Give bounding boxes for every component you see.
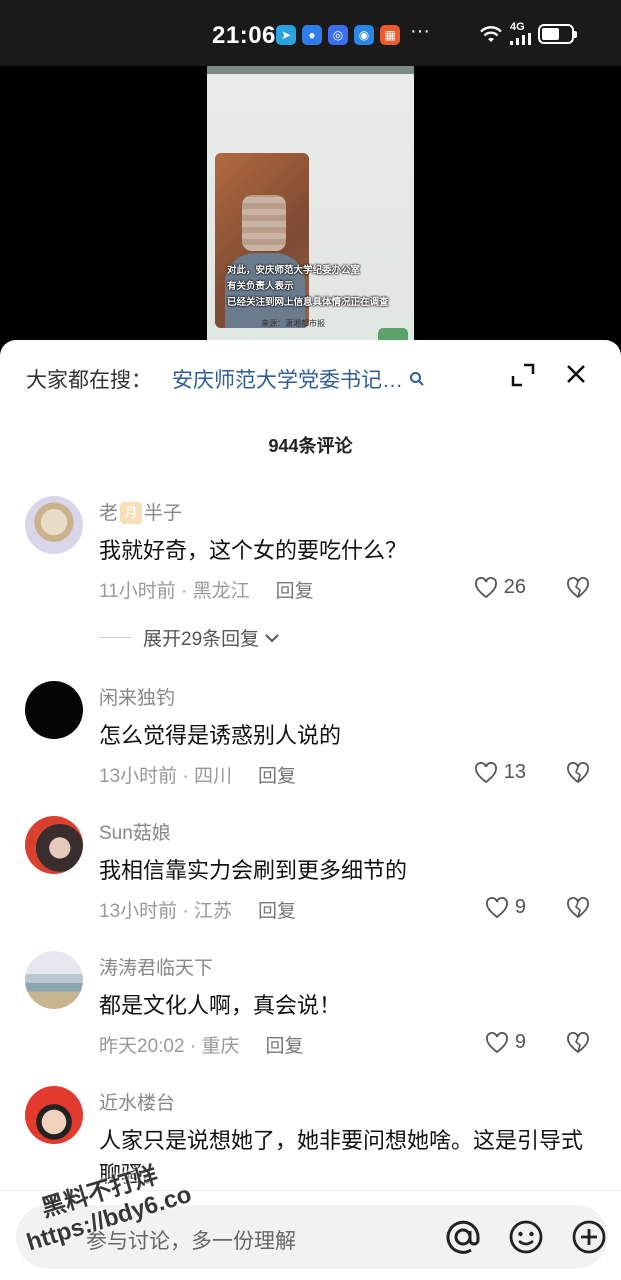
like-button[interactable]: 13: [474, 761, 526, 784]
comment-author[interactable]: 老月半子: [99, 498, 182, 525]
search-icon[interactable]: [409, 371, 425, 387]
status-more: ···: [410, 20, 430, 42]
status-time: 21:06: [212, 22, 276, 49]
comment-author[interactable]: 闲来独钓: [99, 683, 175, 710]
reply-button[interactable]: 回复: [258, 766, 296, 787]
avatar[interactable]: [25, 816, 83, 874]
heart-icon: [474, 761, 497, 783]
close-icon[interactable]: [564, 362, 588, 386]
app-grid-icon: ▦: [380, 25, 400, 45]
cast-icon: ◎: [328, 25, 348, 45]
like-count: 13: [503, 761, 526, 783]
message-icon: ●: [302, 25, 322, 45]
broken-heart-icon[interactable]: [566, 762, 590, 784]
comment-meta: 13小时前 · 江苏 回复: [99, 901, 297, 922]
video-player[interactable]: 对此，安庆师范大学纪委办公室 有关负责人表示 已经关注到网上信息具体情况正在调查…: [0, 66, 621, 356]
video-caption: 已经关注到网上信息具体情况正在调查: [227, 297, 389, 308]
video-source: 来源：潇湘都市报: [261, 319, 325, 328]
avatar[interactable]: [25, 1086, 83, 1144]
video-caption: 对此，安庆师范大学纪委办公室: [227, 265, 361, 276]
comment-meta: 11小时前 · 黑龙江 回复: [99, 581, 314, 602]
comment-meta: 昨天20:02 · 重庆 回复: [99, 1036, 304, 1057]
like-button[interactable]: 9: [485, 1031, 526, 1054]
battery-icon: [538, 23, 577, 44]
reply-button[interactable]: 回复: [258, 901, 296, 922]
comment-text: 我就好奇，这个女的要吃什么？: [99, 538, 408, 563]
comment-input-placeholder[interactable]: 参与讨论，多一份理解: [86, 1225, 296, 1255]
comment-meta: 13小时前 · 四川 回复: [99, 766, 297, 787]
signal-icon: [510, 33, 531, 45]
comment-author[interactable]: 涛涛君临天下: [99, 953, 213, 980]
comment-input[interactable]: 参与讨论，多一份理解: [16, 1205, 608, 1269]
avatar[interactable]: [25, 951, 83, 1009]
status-indicators: 4G: [478, 21, 577, 45]
heart-icon: [474, 576, 497, 598]
like-count: 26: [503, 576, 526, 598]
wifi-icon: [480, 25, 502, 42]
comment-text: 都是文化人啊，真会说！: [99, 993, 342, 1018]
video-frame[interactable]: 对此，安庆师范大学纪委办公室 有关负责人表示 已经关注到网上信息具体情况正在调查…: [207, 66, 414, 356]
like-button[interactable]: 26: [474, 576, 526, 599]
comment-text: 怎么觉得是诱惑别人说的: [99, 723, 342, 748]
broken-heart-icon[interactable]: [566, 1032, 590, 1054]
heart-icon: [485, 896, 508, 918]
comment-author[interactable]: 近水楼台: [99, 1088, 175, 1115]
comment-text: 人家只是说想她了，她非要问想她啥。这是引导式聊骚。: [99, 1128, 584, 1187]
expand-replies-button[interactable]: 展开29条回复: [99, 624, 281, 651]
comment-author[interactable]: Sun菇娘: [99, 818, 171, 845]
add-icon[interactable]: [570, 1218, 608, 1256]
status-bar: 21:06 ➤ ● ◎ ◉ ▦ ··· 4G: [0, 0, 621, 66]
reply-button[interactable]: 回复: [276, 581, 314, 602]
broken-heart-icon[interactable]: [566, 577, 590, 599]
moon-badge-icon: 月: [120, 502, 143, 524]
broken-heart-icon[interactable]: [566, 897, 590, 919]
search-suggestion[interactable]: 大家都在搜： 安庆师范大学党委书记…: [26, 364, 425, 394]
like-count: 9: [514, 1031, 526, 1053]
network-type: 4G: [510, 21, 525, 33]
browser-icon: ◉: [354, 25, 374, 45]
telegram-icon: ➤: [276, 25, 296, 45]
blurred-face: [242, 195, 286, 251]
like-count: 9: [514, 896, 526, 918]
comment-count: 944条评论: [268, 436, 353, 456]
emoji-icon[interactable]: [507, 1218, 545, 1256]
mention-icon[interactable]: [444, 1218, 482, 1256]
avatar[interactable]: [25, 496, 83, 554]
heart-icon: [485, 1031, 508, 1053]
like-button[interactable]: 9: [485, 896, 526, 919]
search-query-link[interactable]: 安庆师范大学党委书记…: [172, 364, 403, 394]
comment-input-bar: 参与讨论，多一份理解: [0, 1190, 621, 1280]
status-app-icons: ➤ ● ◎ ◉ ▦: [276, 25, 400, 45]
reply-button[interactable]: 回复: [265, 1036, 303, 1057]
video-caption: 有关负责人表示: [227, 281, 294, 292]
comments-sheet: 大家都在搜： 安庆师范大学党委书记… 944条评论 老月半子 我就好奇，这个女的…: [0, 340, 621, 1280]
expand-icon[interactable]: [510, 362, 536, 388]
avatar[interactable]: [25, 681, 83, 739]
comment-text: 我相信靠实力会刷到更多细节的: [99, 858, 408, 883]
search-label: 大家都在搜：: [26, 369, 152, 392]
chevron-down-icon: [265, 633, 279, 642]
